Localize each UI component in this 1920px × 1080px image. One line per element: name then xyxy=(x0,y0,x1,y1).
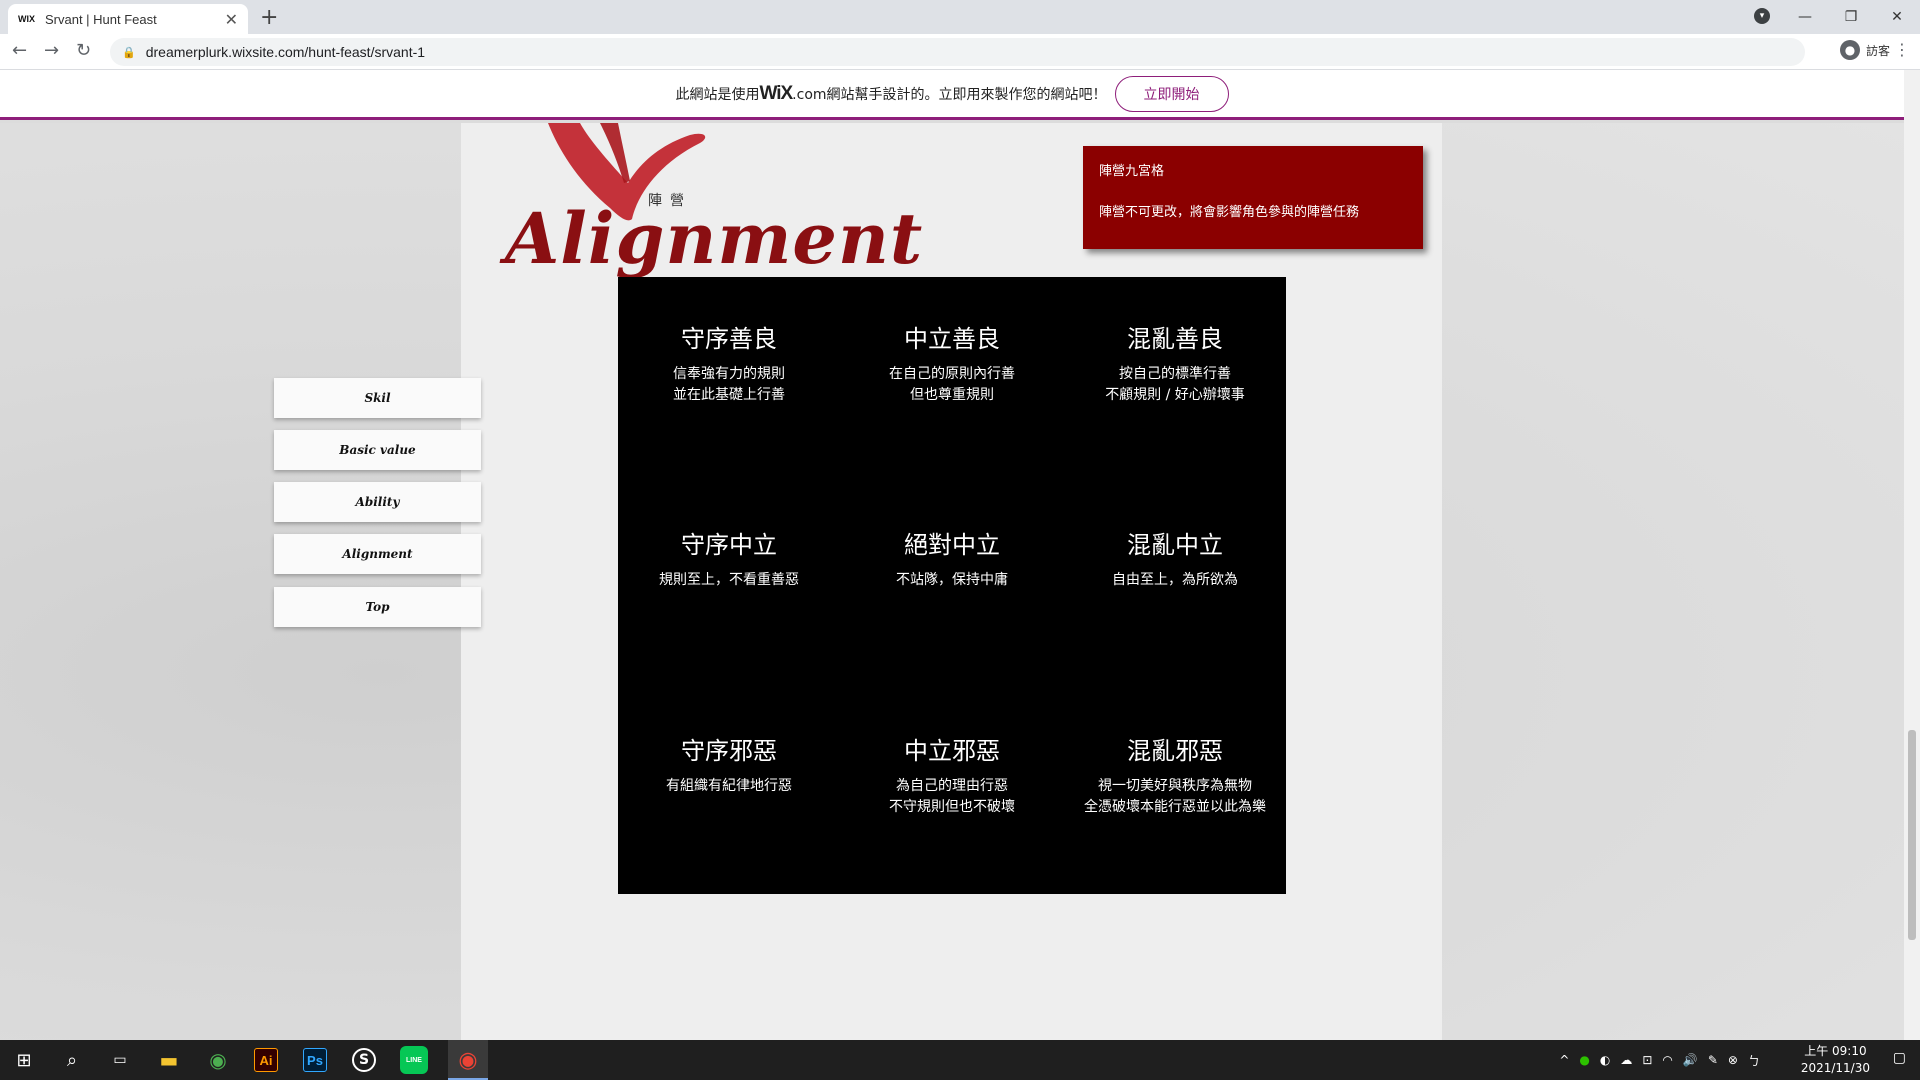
alignment-cell-lawful-neutral: 守序中立 規則至上，不看重善惡 xyxy=(618,525,840,591)
page-background: 陣營 Alignment 陣營九宮格 陣營不可更改，將會影響角色參與的陣營任務 … xyxy=(0,123,1904,1040)
lock-icon[interactable]: 🔒 xyxy=(122,46,136,59)
window-controls: — ❐ ✕ xyxy=(1782,0,1920,34)
alignment-cell-lawful-good: 守序善良 信奉強有力的規則 並在此基礎上行善 xyxy=(618,319,840,406)
scrollbar-thumb[interactable] xyxy=(1908,730,1916,940)
alignment-cell-true-neutral: 絕對中立 不站隊，保持中庸 xyxy=(841,525,1063,591)
minimize-icon[interactable]: — xyxy=(1782,9,1828,25)
alignment-note-box: 陣營九宮格 陣營不可更改，將會影響角色參與的陣營任務 xyxy=(1083,146,1423,249)
alignment-name: 混亂邪惡 xyxy=(1127,737,1223,765)
alignment-desc: 規則至上，不看重善惡 xyxy=(659,572,799,588)
search-icon[interactable]: ⌕ xyxy=(58,1046,86,1074)
start-now-button[interactable]: 立即開始 xyxy=(1114,75,1229,112)
nav-button-top[interactable]: Top xyxy=(274,587,481,627)
wix-banner-message: 此網站是使用WiX.com網站幫手設計的。立即用來製作您的網站吧！ xyxy=(675,83,1106,105)
alignment-desc: 在自己的原則內行善 但也尊重規則 xyxy=(889,366,1015,403)
cloud-icon[interactable]: ☁ xyxy=(1620,1053,1632,1067)
url-text[interactable]: dreamerplurk.wixsite.com/hunt-feast/srva… xyxy=(146,44,425,60)
close-circle-icon[interactable]: ⊗ xyxy=(1728,1053,1738,1067)
close-tab-icon[interactable]: ✕ xyxy=(225,10,238,29)
forward-icon[interactable]: → xyxy=(44,40,59,61)
wix-promo-banner: 此網站是使用WiX.com網站幫手設計的。立即用來製作您的網站吧！ 立即開始 xyxy=(0,70,1904,120)
wifi-icon[interactable]: ◠ xyxy=(1662,1053,1672,1067)
tab-search-icon[interactable]: ▾ xyxy=(1754,8,1770,24)
browser-menu-icon[interactable]: ⋮ xyxy=(1894,40,1910,59)
alignment-desc: 有組織有紀律地行惡 xyxy=(666,778,792,794)
alignment-name: 守序善良 xyxy=(681,325,777,353)
chrome-icon[interactable]: ◉ xyxy=(454,1046,482,1074)
browser-tab-bar: WIX Srvant | Hunt Feast ✕ + ▾ — ❐ ✕ xyxy=(0,0,1920,34)
alignment-name: 中立邪惡 xyxy=(904,737,1000,765)
pen-icon[interactable]: ✎ xyxy=(1708,1053,1718,1067)
alignment-grid: 守序善良 信奉強有力的規則 並在此基礎上行善 中立善良 在自己的原則內行善 但也… xyxy=(618,277,1286,894)
profile-button[interactable]: ● 訪客 xyxy=(1839,40,1890,60)
alignment-desc: 為自己的理由行惡 不守規則但也不破壞 xyxy=(889,778,1015,815)
system-clock[interactable]: 上午 09:10 2021/11/30 xyxy=(1801,1043,1870,1077)
alignment-desc: 自由至上，為所欲為 xyxy=(1112,572,1238,588)
line-icon[interactable]: LINE xyxy=(400,1046,428,1074)
nav-button-skil[interactable]: Skil xyxy=(274,378,481,418)
alignment-desc: 視一切美好與秩序為無物 全憑破壞本能行惡並以此為樂 xyxy=(1084,778,1266,815)
volume-icon[interactable]: 🔊 xyxy=(1683,1053,1698,1067)
alignment-name: 絕對中立 xyxy=(904,531,1000,559)
new-tab-button[interactable]: + xyxy=(260,5,278,30)
file-explorer-icon[interactable]: ▬ xyxy=(155,1046,183,1074)
wix-banner-text-after: .com網站幫手設計的。立即用來製作您的網站吧！ xyxy=(792,86,1107,103)
wechat-icon[interactable]: ● xyxy=(1579,1053,1589,1067)
nav-button-basic-value[interactable]: Basic value xyxy=(274,430,481,470)
chrome-profile-icon[interactable]: ◉ xyxy=(204,1046,232,1074)
browser-toolbar: ← → ↻ 🔒 dreamerplurk.wixsite.com/hunt-fe… xyxy=(0,34,1920,70)
tray-expand-icon[interactable]: ^ xyxy=(1559,1053,1569,1067)
notification-center-icon[interactable]: ▢ xyxy=(1893,1050,1906,1066)
note-title: 陣營九宮格 xyxy=(1099,164,1165,179)
avatar-icon: ● xyxy=(1839,40,1860,60)
alignment-cell-lawful-evil: 守序邪惡 有組織有紀律地行惡 xyxy=(618,731,840,797)
illustrator-icon[interactable]: Ai xyxy=(254,1048,278,1072)
nav-button-ability[interactable]: Ability xyxy=(274,482,481,522)
page-title: Alignment xyxy=(505,197,924,280)
nav-button-alignment[interactable]: Alignment xyxy=(274,534,481,574)
profile-name: 訪客 xyxy=(1865,43,1890,58)
windows-taskbar: ⊞ ⌕ ▭ ▬ ◉ Ai Ps S LINE ◉ ^ ● ◐ ☁ ⊡ ◠ 🔊 ✎… xyxy=(0,1040,1920,1080)
clock-date: 2021/11/30 xyxy=(1800,1061,1870,1075)
tab-title: Srvant | Hunt Feast xyxy=(45,11,157,27)
usb-icon[interactable]: ⊡ xyxy=(1642,1053,1652,1067)
wix-banner-text-before: 此網站是使用 xyxy=(675,86,760,103)
alignment-cell-chaotic-evil: 混亂邪惡 視一切美好與秩序為無物 全憑破壞本能行惡並以此為樂 xyxy=(1064,731,1286,818)
alignment-cell-chaotic-good: 混亂善良 按自己的標準行善 不顧規則 / 好心辦壞事 xyxy=(1064,319,1286,406)
alignment-name: 守序邪惡 xyxy=(681,737,777,765)
maximize-icon[interactable]: ❐ xyxy=(1828,9,1874,25)
windows-start-icon[interactable]: ⊞ xyxy=(10,1046,38,1074)
wix-favicon-icon: WIX xyxy=(18,14,35,24)
photoshop-icon[interactable]: Ps xyxy=(303,1048,327,1072)
note-text: 陣營不可更改，將會影響角色參與的陣營任務 xyxy=(1099,205,1360,220)
back-icon[interactable]: ← xyxy=(12,40,27,61)
address-bar[interactable]: 🔒 dreamerplurk.wixsite.com/hunt-feast/sr… xyxy=(110,38,1805,66)
browser-tab[interactable]: WIX Srvant | Hunt Feast ✕ xyxy=(8,4,248,34)
alignment-name: 混亂中立 xyxy=(1127,531,1223,559)
alignment-desc: 信奉強有力的規則 並在此基礎上行善 xyxy=(673,366,785,403)
alignment-name: 混亂善良 xyxy=(1127,325,1223,353)
close-window-icon[interactable]: ✕ xyxy=(1874,9,1920,25)
reload-icon[interactable]: ↻ xyxy=(76,40,91,61)
clock-time: 上午 09:10 xyxy=(1804,1044,1867,1058)
app-s-icon[interactable]: S xyxy=(352,1048,376,1072)
alignment-cell-neutral-evil: 中立邪惡 為自己的理由行惡 不守規則但也不破壞 xyxy=(841,731,1063,818)
alignment-desc: 按自己的標準行善 不顧規則 / 好心辦壞事 xyxy=(1105,366,1245,403)
alignment-name: 守序中立 xyxy=(681,531,777,559)
alignment-desc: 不站隊，保持中庸 xyxy=(896,572,1008,588)
ime-icon[interactable]: ㄅ xyxy=(1748,1052,1760,1069)
discord-icon[interactable]: ◐ xyxy=(1600,1053,1610,1067)
alignment-cell-neutral-good: 中立善良 在自己的原則內行善 但也尊重規則 xyxy=(841,319,1063,406)
alignment-name: 中立善良 xyxy=(904,325,1000,353)
task-view-icon[interactable]: ▭ xyxy=(106,1046,134,1074)
wix-logo[interactable]: WiX xyxy=(759,83,793,104)
alignment-cell-chaotic-neutral: 混亂中立 自由至上，為所欲為 xyxy=(1064,525,1286,591)
